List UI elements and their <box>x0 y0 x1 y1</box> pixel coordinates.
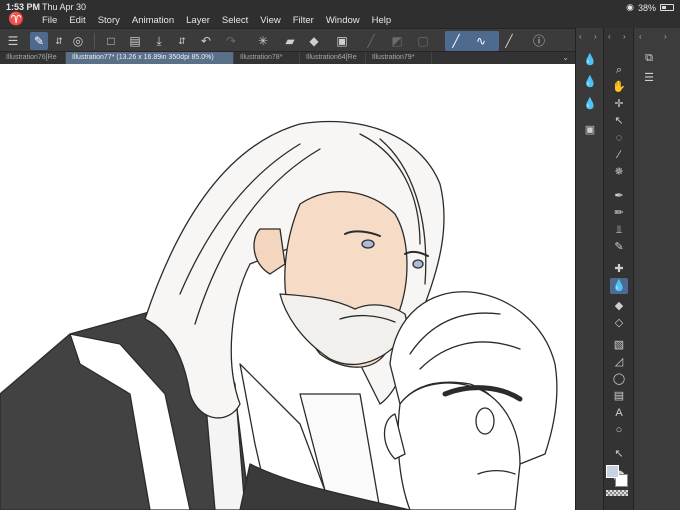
fill-bucket-icon[interactable]: ◆ <box>610 298 628 314</box>
stepper-icon[interactable]: ⇵ <box>50 32 68 50</box>
pencil-icon[interactable]: ✏ <box>610 205 628 221</box>
status-right: ◉ 38% <box>626 2 674 13</box>
object-select-icon[interactable]: ↖ <box>610 113 628 129</box>
menu-window[interactable]: Window <box>320 15 366 26</box>
chevron-left-icon[interactable]: ‹ <box>579 32 582 41</box>
eraser-icon[interactable]: ◇ <box>610 315 628 331</box>
invert-selection-icon[interactable]: ◩ <box>388 32 406 50</box>
menu-filter[interactable]: Filter <box>287 15 320 26</box>
pen-pressure-icon[interactable]: ╱ <box>500 32 518 50</box>
text-icon[interactable]: A <box>610 405 628 421</box>
chevron-left-icon[interactable]: ‹ <box>608 32 611 41</box>
main-color-swatch[interactable] <box>606 465 619 478</box>
undo-icon[interactable]: ↶ <box>197 32 215 50</box>
balloon-icon[interactable]: ○ <box>610 422 628 438</box>
open-file-icon[interactable]: ▤ <box>126 32 144 50</box>
magic-wand-icon[interactable]: ✵ <box>610 164 628 180</box>
chevron-right-icon[interactable]: › <box>664 32 667 41</box>
redo-icon[interactable]: ↷ <box>222 32 240 50</box>
transparent-color-swatch[interactable] <box>606 490 628 496</box>
blend-icon[interactable]: 💧 <box>610 278 628 294</box>
clip-studio-window: 1:53 PM Thu Apr 30 ◉ 38% ♈ File Edit Sto… <box>0 0 680 510</box>
chevron-right-icon[interactable]: › <box>594 32 597 41</box>
layers-icon[interactable]: ☰ <box>640 70 658 86</box>
correction-icon[interactable]: ↖ <box>610 446 628 462</box>
status-date: Thu Apr 30 <box>42 2 87 12</box>
battery-icon <box>660 4 674 11</box>
tab-illustration77[interactable]: Illustration77* (13.26 x 16.89in 350dpi … <box>66 52 234 64</box>
subtool-settings-icon[interactable]: ▣ <box>581 122 599 138</box>
command-bar: ☰ ✎ ⇵ ◎ □ ▤ ⤓ ⇵ ↶ ↷ ✳ ▰ ◆ ▣ ╱ ◩ ▢ ╱ ∿ ╱ … <box>0 28 575 52</box>
menu-help[interactable]: Help <box>366 15 398 26</box>
tab-label: Illustration76[Re <box>6 54 57 61</box>
marker-icon[interactable]: ✎ <box>610 239 628 255</box>
artwork-illustration <box>0 120 558 510</box>
brush-density-large-icon[interactable]: 💧 <box>581 52 599 68</box>
tab-label: Illustration64[Re <box>306 54 357 61</box>
battery-percent: 38% <box>637 2 656 13</box>
figure-icon[interactable]: ◿ <box>610 354 628 370</box>
zoom-icon[interactable]: ⌕ <box>610 62 628 78</box>
eyedropper-icon[interactable]: ∕ <box>610 147 628 163</box>
chevron-left-icon[interactable]: ‹ <box>639 32 642 41</box>
menu-view[interactable]: View <box>254 15 286 26</box>
sparkle-icon[interactable]: ✚ <box>610 261 628 277</box>
tool-palette: ‹ › ⌕ ✋ ✛ ↖ ◌ ∕ ✵ ✒ ✏ ⫫ ✎ ✚ 💧 ◆ ◇ ▧ ◿ ◯ … <box>603 28 633 510</box>
document-tabs: Illustration76[Re Illustration77* (13.26… <box>0 52 575 64</box>
layer-panel-strip: ‹ › ⧉ ☰ <box>633 28 680 510</box>
drawing-canvas[interactable] <box>0 64 575 510</box>
ellipse-icon[interactable]: ◯ <box>610 371 628 387</box>
tab-label: Illustration78* <box>240 54 283 61</box>
layer-property-icon[interactable]: ⧉ <box>640 50 658 66</box>
pen-stroke-icon[interactable]: ╱ <box>447 32 465 50</box>
tab-illustration78[interactable]: Illustration78* <box>234 52 300 64</box>
hand-icon[interactable]: ✋ <box>610 79 628 95</box>
gradient-icon[interactable]: ▧ <box>610 337 628 353</box>
airbrush-icon[interactable]: ⫫ <box>610 222 628 238</box>
loading-icon[interactable]: ✳ <box>254 32 272 50</box>
menu-story[interactable]: Story <box>92 15 126 26</box>
tab-illustration79[interactable]: Illustration79* <box>366 52 432 64</box>
fill-icon[interactable]: ▰ <box>281 32 299 50</box>
save-icon[interactable]: ⤓ <box>150 32 168 50</box>
tab-illustration76[interactable]: Illustration76[Re <box>0 52 66 64</box>
menu-file[interactable]: File <box>36 15 63 26</box>
brush-density-medium-icon[interactable]: 💧 <box>581 74 599 90</box>
wifi-icon: ◉ <box>626 2 634 12</box>
menu-bar: File Edit Story Animation Layer Select V… <box>36 15 397 26</box>
chevron-right-icon[interactable]: › <box>623 32 626 41</box>
menu-animation[interactable]: Animation <box>126 15 180 26</box>
fill-bucket-icon[interactable]: ◆ <box>305 32 323 50</box>
transform-icon[interactable]: ▣ <box>333 32 351 50</box>
toolbar-divider <box>94 33 95 49</box>
tabs-chevron-down-icon[interactable]: ⌄ <box>562 52 569 64</box>
tab-illustration64[interactable]: Illustration64[Re <box>300 52 366 64</box>
frame-icon[interactable]: ▤ <box>610 388 628 404</box>
top-bar: 1:53 PM Thu Apr 30 ◉ 38% ♈ File Edit Sto… <box>0 0 680 28</box>
export-icon[interactable]: ⇵ <box>173 32 191 50</box>
clear-selection-icon[interactable]: ╱ <box>362 32 380 50</box>
lasso-icon[interactable]: ◌ <box>610 130 628 146</box>
move-icon[interactable]: ✛ <box>610 96 628 112</box>
edit-mode-icon[interactable]: ✎ <box>30 32 48 50</box>
brush-density-small-icon[interactable]: 💧 <box>581 96 599 112</box>
app-logo-icon[interactable]: ♈ <box>8 12 24 26</box>
view-icon[interactable]: ◎ <box>69 32 87 50</box>
subtool-strip: ‹ › 💧 💧 💧 ▣ <box>575 28 603 510</box>
menu-edit[interactable]: Edit <box>63 15 91 26</box>
menu-select[interactable]: Select <box>216 15 254 26</box>
deselect-icon[interactable]: ▢ <box>414 32 432 50</box>
new-file-icon[interactable]: □ <box>102 32 120 50</box>
tab-label: Illustration79* <box>372 54 415 61</box>
pen-icon[interactable]: ✒ <box>610 188 628 204</box>
smooth-stroke-icon[interactable]: ∿ <box>472 32 490 50</box>
menu-layer[interactable]: Layer <box>180 15 216 26</box>
tab-label: Illustration77* (13.26 x 16.89in 350dpi … <box>72 54 214 61</box>
help-icon[interactable]: ⓘ <box>530 32 548 50</box>
menu-icon[interactable]: ☰ <box>4 32 22 50</box>
